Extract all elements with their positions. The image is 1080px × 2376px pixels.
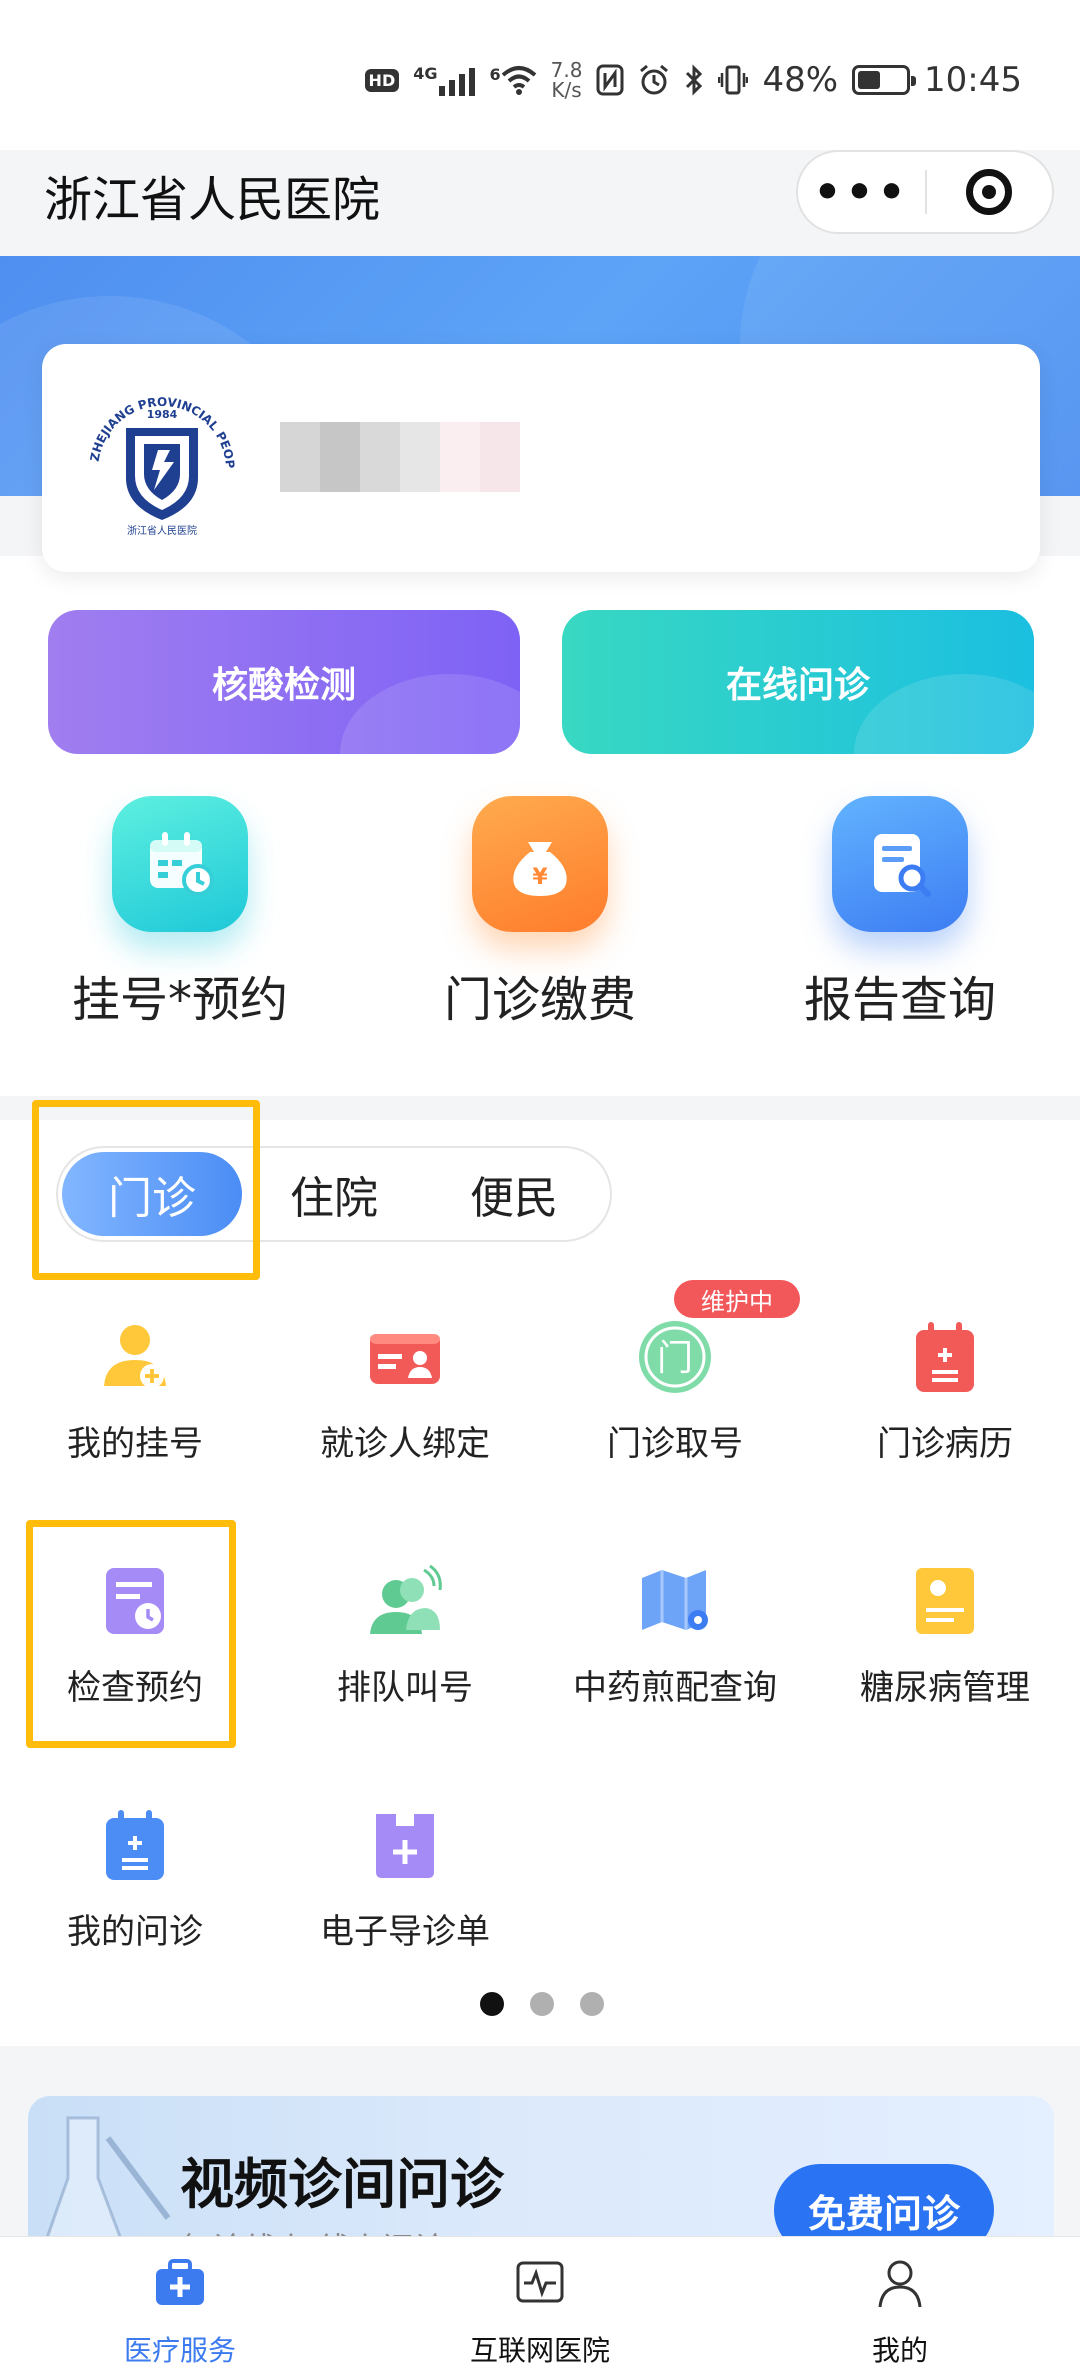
close-capsule-button[interactable] — [927, 152, 1052, 232]
person-add-icon — [98, 1320, 172, 1394]
mini-program-capsule: ••• — [796, 150, 1054, 234]
status-icons: HD 4G 6 7.8 K/s 48% 10:45 — [364, 52, 1022, 108]
id-card-icon — [368, 1320, 442, 1394]
target-circle-icon — [966, 169, 1013, 215]
map-pin-icon — [638, 1564, 712, 1638]
page-dot[interactable] — [580, 1992, 604, 2016]
service-diabetes-management[interactable]: 糖尿病管理 — [810, 1564, 1080, 1709]
service-my-consultation[interactable]: 我的问诊 — [0, 1808, 270, 1953]
highlight-box-tab — [32, 1100, 260, 1280]
nfc-icon — [596, 64, 624, 96]
service-medical-record[interactable]: 门诊病历 — [810, 1320, 1080, 1465]
money-bag-icon: ¥ — [472, 796, 608, 932]
online-consult-button[interactable]: 在线问诊 — [562, 610, 1034, 754]
vibrate-icon — [718, 65, 749, 95]
user-icon — [878, 2260, 922, 2308]
monitor-pulse-icon — [516, 2261, 564, 2303]
queue-call-icon — [368, 1564, 442, 1638]
quick-register-appointment[interactable]: 挂号*预约 — [0, 796, 360, 1030]
service-take-number[interactable]: 门 门诊取号 — [540, 1320, 810, 1465]
promo-title: 视频诊间问诊 — [180, 2153, 504, 2216]
cell-signal-icon: 4G — [413, 64, 476, 96]
svg-text:1984: 1984 — [147, 408, 178, 421]
service-e-guide[interactable]: 电子导诊单 — [270, 1808, 540, 1953]
net-speed: 7.8 K/s — [550, 58, 583, 102]
tab-inpatient[interactable]: 住院 — [274, 1148, 394, 1240]
hospital-card[interactable]: ZHEJIANG PROVINCIAL PEOPLE'S 1984 浙江省人民医… — [42, 344, 1040, 572]
note-icon — [908, 1564, 982, 1638]
service-patient-binding[interactable]: 就诊人绑定 — [270, 1320, 540, 1465]
nucleic-test-button[interactable]: 核酸检测 — [48, 610, 520, 754]
battery-icon — [852, 65, 917, 95]
more-dots-icon[interactable]: ••• — [798, 152, 925, 232]
page-title: 浙江省人民医院 — [44, 172, 381, 228]
highlight-box-exam — [26, 1520, 236, 1748]
nav-medical-service[interactable]: 医疗服务 — [0, 2255, 360, 2369]
nav-internet-hospital[interactable]: 互联网医院 — [360, 2255, 720, 2369]
page-dot[interactable] — [530, 1992, 554, 2016]
svg-text:¥: ¥ — [532, 865, 548, 890]
svg-text:浙江省人民医院: 浙江省人民医院 — [127, 524, 197, 537]
wifi-icon: 6 — [489, 65, 536, 95]
quick-label: 门诊缴费 — [443, 972, 636, 1028]
hospital-logo-icon: ZHEJIANG PROVINCIAL PEOPLE'S 1984 浙江省人民医… — [78, 374, 237, 537]
alarm-icon — [640, 64, 669, 95]
maintenance-badge: 维护中 — [674, 1280, 800, 1318]
calendar-clock-icon — [112, 796, 248, 932]
report-search-icon — [832, 796, 968, 932]
bottom-tab-bar: 医疗服务 互联网医院 我的 — [0, 2236, 1080, 2376]
service-herbal-decoction[interactable]: 中药煎配查询 — [540, 1564, 810, 1709]
service-queue-call[interactable]: 排队叫号 — [270, 1564, 540, 1709]
hospital-name-redacted — [280, 422, 520, 492]
page-dot[interactable] — [480, 1992, 504, 2016]
consult-clipboard-icon — [98, 1808, 172, 1882]
battery-level — [858, 71, 881, 89]
medical-kit-icon — [156, 2259, 204, 2305]
quick-label: 挂号*预约 — [71, 972, 288, 1028]
door-number-icon: 门 — [638, 1320, 712, 1394]
quick-label: 报告查询 — [803, 972, 996, 1028]
page-dots — [480, 1992, 604, 2016]
bluetooth-icon — [686, 64, 703, 96]
tab-convenience[interactable]: 便民 — [454, 1148, 574, 1240]
clock: 10:45 — [924, 60, 1022, 100]
nav-mine[interactable]: 我的 — [720, 2255, 1080, 2369]
quick-outpatient-payment[interactable]: ¥ 门诊缴费 — [360, 796, 720, 1030]
hd-icon: HD — [364, 68, 400, 92]
status-bar: HD 4G 6 7.8 K/s 48% 10:45 — [0, 0, 1080, 150]
service-my-registration[interactable]: 我的挂号 — [0, 1320, 270, 1465]
clipboard-icon — [908, 1320, 982, 1394]
svg-text:门: 门 — [657, 1338, 693, 1379]
guide-form-icon — [368, 1808, 442, 1882]
quick-report-query[interactable]: 报告查询 — [720, 796, 1080, 1030]
battery-percent: 48% — [762, 60, 839, 100]
